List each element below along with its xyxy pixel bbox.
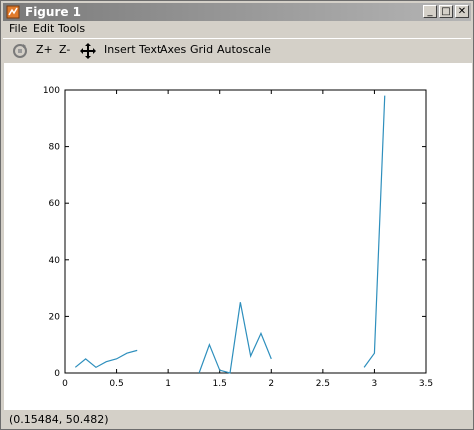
pan-arrows-icon[interactable] — [79, 42, 97, 60]
window-title: Figure 1 — [25, 5, 82, 19]
x-tick-label: 2.5 — [316, 379, 330, 389]
y-tick-label: 60 — [49, 199, 61, 209]
close-button[interactable]: ✕ — [455, 5, 469, 18]
status-bar: (0.15484, 50.482) — [3, 411, 471, 429]
menu-file[interactable]: File — [9, 22, 27, 36]
menu-tools[interactable]: Tools — [58, 22, 85, 36]
y-tick-label: 100 — [43, 86, 60, 96]
x-tick-label: 0 — [62, 379, 68, 389]
y-tick-label: 0 — [54, 369, 60, 379]
grid-button[interactable]: Grid — [190, 43, 213, 57]
zoom-in-button[interactable]: Z+ — [36, 43, 53, 57]
x-tick-label: 1.5 — [213, 379, 227, 389]
insert-text-button[interactable]: Insert Text — [104, 43, 161, 57]
title-bar[interactable]: Figure 1 _ □ ✕ — [3, 3, 471, 21]
rotate-icon[interactable] — [11, 42, 29, 60]
x-tick-label: 0.5 — [109, 379, 123, 389]
toolbar: Z+ Z- Insert Text Axes Grid Autoscale — [3, 38, 471, 62]
figure-window: Figure 1 _ □ ✕ File Edit Tools Z+ Z- Ins… — [0, 0, 474, 430]
app-icon — [6, 5, 20, 19]
menu-bar: File Edit Tools — [3, 21, 471, 37]
x-tick-label: 3.5 — [419, 379, 433, 389]
x-tick-label: 1 — [165, 379, 171, 389]
x-tick-label: 2 — [268, 379, 274, 389]
cursor-coordinates: (0.15484, 50.482) — [9, 413, 109, 426]
plot-canvas[interactable]: 0 0.5 1 1.5 2 2.5 3 3.5 0 20 40 60 80 100 — [4, 63, 472, 410]
minimize-button[interactable]: _ — [423, 5, 437, 18]
autoscale-button[interactable]: Autoscale — [217, 43, 271, 57]
line-chart: 0 0.5 1 1.5 2 2.5 3 3.5 0 20 40 60 80 100 — [43, 86, 433, 389]
maximize-button[interactable]: □ — [439, 5, 453, 18]
menu-edit[interactable]: Edit — [33, 22, 54, 36]
x-tick-label: 3 — [372, 379, 378, 389]
zoom-out-button[interactable]: Z- — [59, 43, 70, 57]
axes-button[interactable]: Axes — [160, 43, 186, 57]
y-tick-label: 80 — [49, 143, 61, 153]
y-tick-label: 40 — [49, 256, 61, 266]
y-tick-label: 20 — [49, 312, 61, 322]
